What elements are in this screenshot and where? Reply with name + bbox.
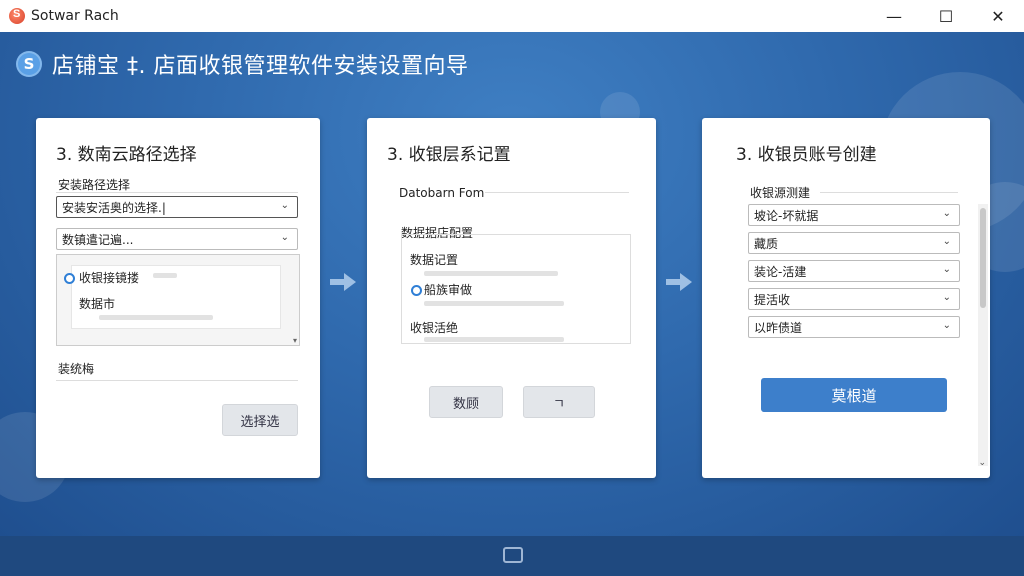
account-select-value: 坡论-坏就据	[754, 208, 819, 223]
account-select-1[interactable]: 坡论-坏就据 ⌄	[748, 204, 960, 226]
section-label: 收银源测建	[750, 186, 811, 200]
chevron-down-icon: ⌄	[280, 200, 289, 211]
scrollbar[interactable]	[978, 204, 988, 466]
app-title: Sotwar Rach	[31, 8, 119, 24]
resize-handle-icon[interactable]: ▾	[293, 336, 297, 345]
maximize-button[interactable]: ☐	[920, 0, 972, 32]
list-item[interactable]: 数据市	[79, 295, 115, 312]
config-row: 数据记置	[410, 253, 459, 267]
arrow-right-icon	[330, 273, 356, 291]
radio-option[interactable]	[64, 273, 75, 284]
scroll-down-icon[interactable]: ⌄	[978, 458, 986, 468]
card-title: 3. 数南云路径选择	[56, 145, 197, 165]
step-card-account: 3. 收银员账号创建 收银源测建 坡论-坏就据 ⌄ 藏质 ⌄ 装论-活建 ⌄ 提…	[702, 118, 990, 478]
bottom-bar	[0, 536, 1024, 576]
step-card-path: 3. 数南云路径选择 安装路径选择 安装安活奥的选择.| ⌄ 数镇遣记遍... …	[36, 118, 320, 478]
chevron-down-icon: ⌄	[942, 264, 951, 275]
divider	[56, 380, 298, 381]
arrow-right-icon	[666, 273, 692, 291]
create-account-button[interactable]: 莫根道	[761, 378, 947, 412]
database-value: 数镇遣记遍...	[62, 232, 134, 247]
header-logo-icon: S	[16, 51, 42, 77]
placeholder-bar	[424, 301, 564, 306]
divider	[56, 192, 298, 193]
title-bar: Sotwar Rach — ☐ ✕	[0, 0, 1024, 32]
chevron-down-icon: ⌄	[942, 208, 951, 219]
account-select-value: 提活收	[754, 292, 791, 307]
app-logo-icon	[9, 8, 25, 24]
next-button[interactable]: ㄱ	[523, 386, 595, 418]
divider	[820, 192, 958, 193]
placeholder-bar	[153, 273, 177, 278]
chevron-down-icon: ⌄	[942, 292, 951, 303]
section-label: 装统梅	[58, 362, 95, 376]
placeholder-bar	[424, 271, 558, 276]
config-panel: 数据记置 船族审做 收银活绝	[401, 234, 631, 344]
back-button[interactable]: 数顾	[429, 386, 503, 418]
page-title: 店铺宝 ‡. 店面收银管理软件安装设置向导	[52, 54, 469, 79]
account-select-2[interactable]: 藏质 ⌄	[748, 232, 960, 254]
options-listbox[interactable]: 收银接镜搂 数据市 ▾	[56, 254, 300, 346]
step-card-config: 3. 收银层系记置 Datobarn Fom 数据据店配置 数据记置 船族审做 …	[367, 118, 656, 478]
divider	[399, 190, 631, 191]
path-label: 安装路径选择	[58, 178, 131, 192]
window-controls: — ☐ ✕	[868, 0, 1024, 32]
install-path-select[interactable]: 安装安活奥的选择.| ⌄	[56, 196, 298, 218]
account-select-value: 藏质	[754, 236, 779, 251]
wizard-stage: S 店铺宝 ‡. 店面收银管理软件安装设置向导 3. 数南云路径选择 安装路径选…	[0, 32, 1024, 536]
field-label: Datobarn Fom	[399, 186, 485, 200]
scrollbar-thumb[interactable]	[980, 208, 986, 308]
select-button[interactable]: 选择选	[222, 404, 298, 436]
wizard-header: S 店铺宝 ‡. 店面收银管理软件安装设置向导	[16, 48, 468, 80]
account-select-value: 装论-活建	[754, 264, 807, 279]
database-select[interactable]: 数镇遣记遍... ⌄	[56, 228, 298, 250]
install-path-value: 安装安活奥的选择.|	[62, 200, 166, 215]
account-select-3[interactable]: 装论-活建 ⌄	[748, 260, 960, 282]
card-title: 3. 收银员账号创建	[736, 145, 877, 165]
config-row[interactable]: 船族审做	[424, 281, 472, 298]
divider	[485, 192, 629, 193]
chevron-down-icon: ⌄	[942, 320, 951, 331]
minimize-button[interactable]: —	[868, 0, 920, 32]
list-item[interactable]: 收银接镜搂	[79, 269, 139, 286]
config-row: 收银活绝	[410, 321, 459, 335]
placeholder-bar	[424, 337, 564, 342]
placeholder-bar	[99, 315, 213, 320]
chevron-down-icon: ⌄	[942, 236, 951, 247]
close-button[interactable]: ✕	[972, 0, 1024, 32]
bottom-tray-icon[interactable]	[503, 547, 523, 563]
chevron-down-icon: ⌄	[280, 232, 289, 243]
radio-option[interactable]	[411, 285, 422, 296]
account-select-4[interactable]: 提活收 ⌄	[748, 288, 960, 310]
account-select-5[interactable]: 以昨债道 ⌄	[748, 316, 960, 338]
account-select-value: 以昨债道	[754, 320, 803, 335]
card-title: 3. 收银层系记置	[387, 145, 511, 165]
